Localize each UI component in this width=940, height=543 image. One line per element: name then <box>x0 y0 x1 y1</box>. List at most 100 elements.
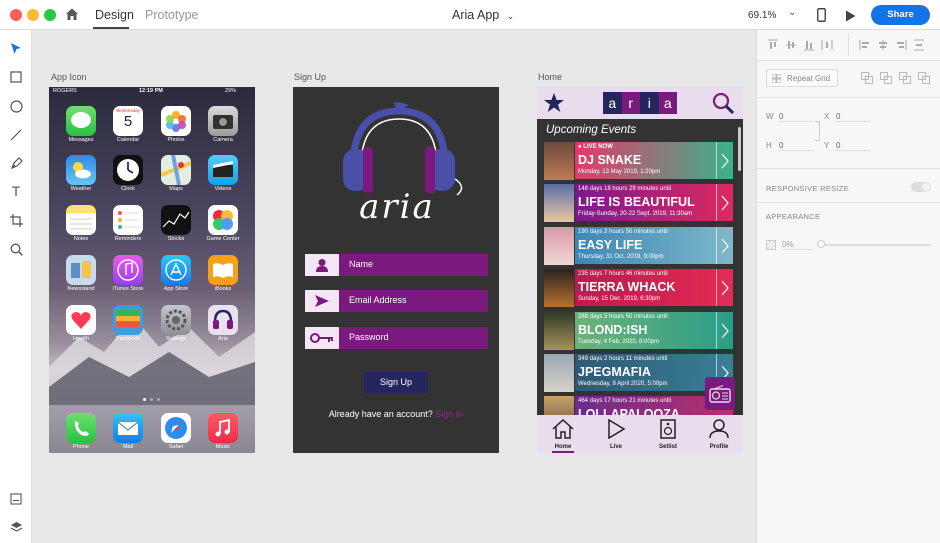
chevron-right-icon[interactable] <box>716 269 733 306</box>
artboard-tool-icon[interactable] <box>8 212 24 228</box>
search-icon[interactable] <box>712 92 735 119</box>
close-window-button[interactable] <box>10 9 22 21</box>
event-date: Sunday, 15 Dec. 2019, 6:30pm <box>578 296 661 302</box>
rectangle-tool-icon[interactable] <box>8 69 24 85</box>
app-label: Videos <box>214 186 232 192</box>
event-countdown: 148 days 18 hours 29 minutes until <box>578 186 672 192</box>
y-label: Y <box>824 141 830 150</box>
zoom-level[interactable]: 69.1% <box>748 10 776 21</box>
align-center-icon[interactable] <box>877 39 889 51</box>
stocks-app-icon <box>161 205 191 235</box>
artboard-label-sign-up[interactable]: Sign Up <box>294 72 326 82</box>
appearance-label: APPEARANCE <box>766 212 821 221</box>
chevron-right-icon[interactable] <box>716 227 733 264</box>
height-input[interactable]: 0 <box>779 141 814 151</box>
height-label: H <box>766 141 772 150</box>
layers-panel-icon[interactable] <box>8 519 24 535</box>
nav-profile[interactable]: Profile <box>699 419 739 450</box>
event-card[interactable]: 235 days 7 hours 46 minutes until TIERRA… <box>544 269 734 307</box>
artboard-label-app-icon[interactable]: App Icon <box>51 72 87 82</box>
align-middle-icon[interactable] <box>785 39 797 51</box>
line-tool-icon[interactable] <box>8 127 24 143</box>
logo-letter: a <box>603 92 622 114</box>
email-field[interactable]: Email Address <box>305 290 488 312</box>
itunes-store-app-icon <box>113 255 143 285</box>
radio-icon[interactable] <box>705 377 735 410</box>
align-right-icon[interactable] <box>895 39 907 51</box>
zoom-chevron-icon[interactable]: ⌄ <box>788 7 796 18</box>
artboard-app-icon[interactable]: ROGERS 12:19 PM 29% Wednesday 5 Messages… <box>49 87 255 453</box>
play-icon[interactable] <box>845 9 856 27</box>
app-label: Settings <box>166 336 186 342</box>
exclude-icon[interactable] <box>918 72 930 84</box>
chevron-right-icon[interactable] <box>716 142 733 179</box>
active-nav-indicator <box>552 451 574 453</box>
scrollbar[interactable] <box>738 127 741 171</box>
x-input[interactable]: 0 <box>836 112 871 122</box>
opacity-slider[interactable] <box>819 244 931 246</box>
artboard-sign-up[interactable]: aria Name Email Address Password Sign Up… <box>293 87 499 453</box>
event-date: Friday-Sunday, 20-22 Sept. 2019, 11:30am <box>578 211 693 217</box>
section-divider <box>757 97 940 98</box>
document-title[interactable]: Aria App ⌄ <box>452 8 514 22</box>
responsive-resize-toggle[interactable] <box>911 182 931 192</box>
event-date: Monday, 13 May 2019, 1:20pm <box>578 169 661 175</box>
intersect-icon[interactable] <box>899 72 911 84</box>
sign-in-link[interactable]: Sign In <box>435 409 463 419</box>
distribute-horizontal-icon[interactable] <box>821 39 833 51</box>
distribute-vertical-icon[interactable] <box>913 39 925 51</box>
text-tool-icon[interactable]: T <box>8 183 24 199</box>
chevron-right-icon[interactable] <box>716 184 733 221</box>
event-card[interactable]: ● LIVE NOW DJ SNAKE Monday, 13 May 2019,… <box>544 142 734 180</box>
star-icon[interactable] <box>543 92 565 119</box>
opacity-input[interactable]: 0% <box>782 240 812 250</box>
pen-tool-icon[interactable] <box>8 155 24 171</box>
opacity-slider-handle[interactable] <box>817 240 825 248</box>
active-tab-indicator <box>93 27 129 29</box>
nav-live[interactable]: Live <box>596 418 636 450</box>
align-bottom-icon[interactable] <box>803 39 815 51</box>
y-input[interactable]: 0 <box>836 141 871 151</box>
zoom-tool-icon[interactable] <box>8 241 24 257</box>
event-photo <box>544 312 574 350</box>
artboard-home[interactable]: a r i a Upcoming Events ● LIVE NOW DJ SN… <box>537 87 743 453</box>
home-icon[interactable] <box>65 7 79 26</box>
clock-app-icon <box>113 155 143 185</box>
status-carrier: ROGERS <box>53 88 77 94</box>
width-input[interactable]: 0 <box>779 112 814 122</box>
password-field[interactable]: Password <box>305 327 488 349</box>
share-button[interactable]: Share <box>871 5 930 25</box>
align-top-icon[interactable] <box>767 39 779 51</box>
event-card[interactable]: 288 days 3 hours 50 minutes until BLOND:… <box>544 312 734 350</box>
event-photo <box>544 354 574 392</box>
maximize-window-button[interactable] <box>44 9 56 21</box>
align-left-icon[interactable] <box>859 39 871 51</box>
nav-label: Profile <box>709 444 729 450</box>
nav-label: Home <box>554 444 572 450</box>
minimize-window-button[interactable] <box>27 9 39 21</box>
union-icon[interactable] <box>861 72 873 84</box>
name-field[interactable]: Name <box>305 254 488 276</box>
dock-label: Phone <box>73 444 89 450</box>
subtract-icon[interactable] <box>880 72 892 84</box>
chevron-right-icon[interactable] <box>716 312 733 349</box>
assets-panel-icon[interactable] <box>8 491 24 507</box>
device-preview-icon[interactable] <box>817 8 826 27</box>
app-label: Stocks <box>167 236 185 242</box>
event-bar: 148 days 18 hours 29 minutes until LIFE … <box>575 184 733 221</box>
repeat-grid-button[interactable]: Repeat Grid <box>766 69 838 87</box>
nav-home[interactable]: Home <box>543 418 583 453</box>
tab-design[interactable]: Design <box>95 8 134 22</box>
sign-up-button[interactable]: Sign Up <box>364 372 428 393</box>
nav-setlist[interactable]: Setlist <box>648 419 688 450</box>
artboard-label-home[interactable]: Home <box>538 72 562 82</box>
event-countdown: 464 days 17 hours 21 minutes until <box>578 398 672 404</box>
event-card[interactable]: 190 days 3 hours 50 minutes until EASY L… <box>544 227 734 265</box>
dock-label: Safari <box>168 444 184 450</box>
app-label: Newsstand <box>67 286 95 292</box>
event-card[interactable]: 148 days 18 hours 29 minutes until LIFE … <box>544 184 734 222</box>
tab-prototype[interactable]: Prototype <box>145 8 199 22</box>
lock-aspect-link-icon[interactable] <box>815 121 820 141</box>
ellipse-tool-icon[interactable] <box>8 98 24 114</box>
select-tool-icon[interactable] <box>8 40 24 56</box>
